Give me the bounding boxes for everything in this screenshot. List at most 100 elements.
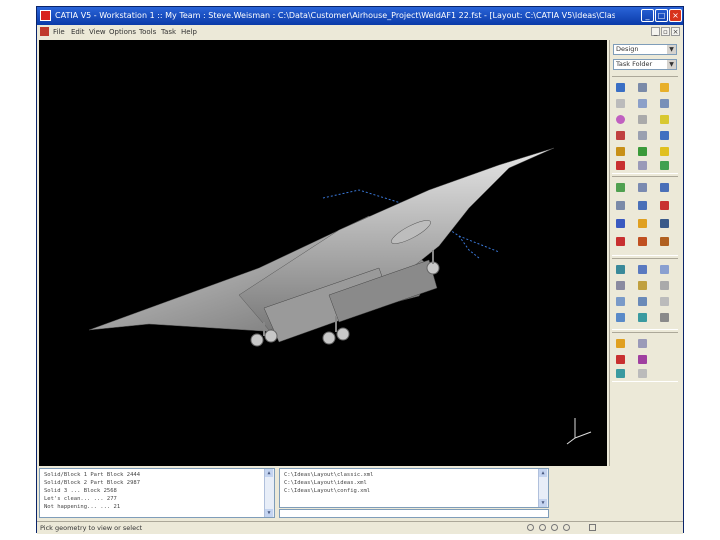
close-button[interactable]: × [669, 9, 682, 22]
app-icon[interactable] [40, 10, 51, 21]
layer-tool-icon[interactable] [660, 313, 669, 322]
rotate-tool-icon[interactable] [660, 281, 669, 290]
zoom-icon[interactable] [539, 524, 546, 531]
blend-tool-icon[interactable] [660, 161, 669, 170]
annotate-tool-icon[interactable] [660, 237, 669, 246]
minimize-button[interactable]: _ [641, 9, 654, 22]
highlight-tool-icon[interactable] [638, 219, 647, 228]
wheel [336, 327, 350, 341]
arrange-tool-icon[interactable] [616, 219, 625, 228]
fillet-tool-icon[interactable] [616, 147, 625, 156]
menu-file[interactable]: File [53, 25, 65, 39]
mdi-minimize-button[interactable]: _ [651, 27, 660, 36]
window-title: CATIA V5 - Workstation 1 :: My Team : St… [55, 11, 615, 20]
triangle-tool-icon[interactable] [616, 355, 625, 364]
refresh-view-icon[interactable] [638, 313, 647, 322]
trim-tool-icon[interactable] [660, 115, 669, 124]
scroll-up-icon[interactable]: ▲ [265, 469, 273, 477]
scroll-down-icon[interactable]: ▼ [265, 509, 273, 517]
menu-bar: File Edit View Options Tools Task Help _… [37, 25, 683, 39]
shell-tool-icon[interactable] [638, 147, 647, 156]
menu-task[interactable]: Task [161, 25, 176, 39]
log-line: C:\Ideas\Layout\config.xml [284, 488, 371, 494]
menu-options[interactable]: Options [109, 25, 136, 39]
scroll-up-icon[interactable]: ▲ [539, 469, 547, 477]
iso-view-icon[interactable] [660, 297, 669, 306]
spline-tool-icon[interactable] [638, 115, 647, 124]
3d-viewport[interactable] [39, 40, 607, 466]
list-scrollbar[interactable]: ▲ ▼ [264, 469, 274, 517]
menu-help[interactable]: Help [181, 25, 197, 39]
constraint-tool-icon[interactable] [638, 131, 647, 140]
copy-tool-icon[interactable] [638, 183, 647, 192]
chevron-down-icon[interactable]: ▼ [667, 60, 676, 69]
text-tool-icon[interactable] [638, 369, 647, 378]
settings-icon[interactable] [563, 524, 570, 531]
document-icon[interactable] [40, 27, 49, 36]
layout-icon[interactable] [589, 524, 596, 531]
log-scrollbar[interactable]: ▲ ▼ [538, 469, 548, 507]
section-tool-icon[interactable] [638, 237, 647, 246]
command-input[interactable] [279, 509, 549, 518]
hidden-line-view-icon[interactable] [660, 265, 669, 274]
view-tool-icon[interactable] [660, 131, 669, 140]
measure-tool-icon[interactable] [638, 201, 647, 210]
pattern-tool-icon[interactable] [660, 147, 669, 156]
design-dropdown[interactable]: Design ▼ [613, 44, 677, 55]
dimension-tool-icon[interactable] [616, 131, 625, 140]
chevron-down-icon[interactable]: ▼ [667, 45, 676, 54]
design-dropdown-value: Design [616, 45, 639, 53]
paint-tool-icon[interactable] [616, 237, 625, 246]
mdi-restore-button[interactable]: ▫ [661, 27, 670, 36]
maximize-button[interactable]: □ [655, 9, 668, 22]
pick-filter-icon[interactable] [527, 524, 534, 531]
list-pane[interactable]: Solid/Block 1 Part Block 2444 Solid/Bloc… [39, 468, 275, 518]
fit-view-icon[interactable] [616, 313, 625, 322]
delete-tool-icon[interactable] [660, 201, 669, 210]
mirror-tool-icon[interactable] [660, 183, 669, 192]
tool-palette: Design ▼ Task Folder ▼ [609, 40, 681, 466]
bottom-panel: Solid/Block 1 Part Block 2444 Solid/Bloc… [39, 468, 681, 520]
move-tool-icon[interactable] [616, 183, 625, 192]
zoom-tool-icon[interactable] [616, 281, 625, 290]
wheel [264, 329, 278, 343]
list-item: Let's clean... ... 277 [44, 496, 117, 502]
front-view-icon[interactable] [616, 297, 625, 306]
menu-tools[interactable]: Tools [139, 25, 156, 39]
side-view-icon[interactable] [638, 297, 647, 306]
pointer-tool-icon[interactable] [638, 339, 647, 348]
status-bar: Pick geometry to view or select [37, 521, 683, 534]
menu-edit[interactable]: Edit [71, 25, 85, 39]
log-line: C:\Ideas\Layout\classic.xml [284, 472, 374, 478]
display-tool-icon[interactable] [660, 219, 669, 228]
curve-tool-icon[interactable] [616, 161, 625, 170]
revolve-tool-icon[interactable] [660, 83, 669, 92]
point-tool-icon[interactable] [616, 99, 625, 108]
title-bar[interactable]: CATIA V5 - Workstation 1 :: My Team : St… [37, 7, 683, 25]
mdi-close-button[interactable]: × [671, 27, 680, 36]
task-folder-dropdown[interactable]: Task Folder ▼ [613, 59, 677, 70]
shaded-view-icon[interactable] [616, 265, 625, 274]
wireframe-line [458, 235, 480, 259]
pan-tool-icon[interactable] [638, 281, 647, 290]
align-tool-icon[interactable] [616, 201, 625, 210]
log-pane[interactable]: C:\Ideas\Layout\classic.xml C:\Ideas\Lay… [279, 468, 549, 508]
wireframe-view-icon[interactable] [638, 265, 647, 274]
extrude-tool-icon[interactable] [638, 83, 647, 92]
search-icon[interactable] [551, 524, 558, 531]
scroll-down-icon[interactable]: ▼ [539, 499, 547, 507]
frame-tool-icon[interactable] [616, 369, 625, 378]
circle-tool-icon[interactable] [616, 115, 625, 124]
tool-group-view [612, 258, 678, 330]
list-item: Solid 3 ... Block 2568 [44, 488, 117, 494]
line-tool-icon[interactable] [638, 99, 647, 108]
lasso-tool-icon[interactable] [638, 355, 647, 364]
surface-tool-icon[interactable] [638, 161, 647, 170]
menu-view[interactable]: View [89, 25, 106, 39]
block-tool-icon[interactable] [616, 83, 625, 92]
arc-tool-icon[interactable] [660, 99, 669, 108]
application-window: CATIA V5 - Workstation 1 :: My Team : St… [36, 6, 684, 534]
pen-tool-icon[interactable] [616, 339, 625, 348]
tool-group-modify [612, 176, 678, 256]
tool-group-draw [612, 332, 678, 382]
